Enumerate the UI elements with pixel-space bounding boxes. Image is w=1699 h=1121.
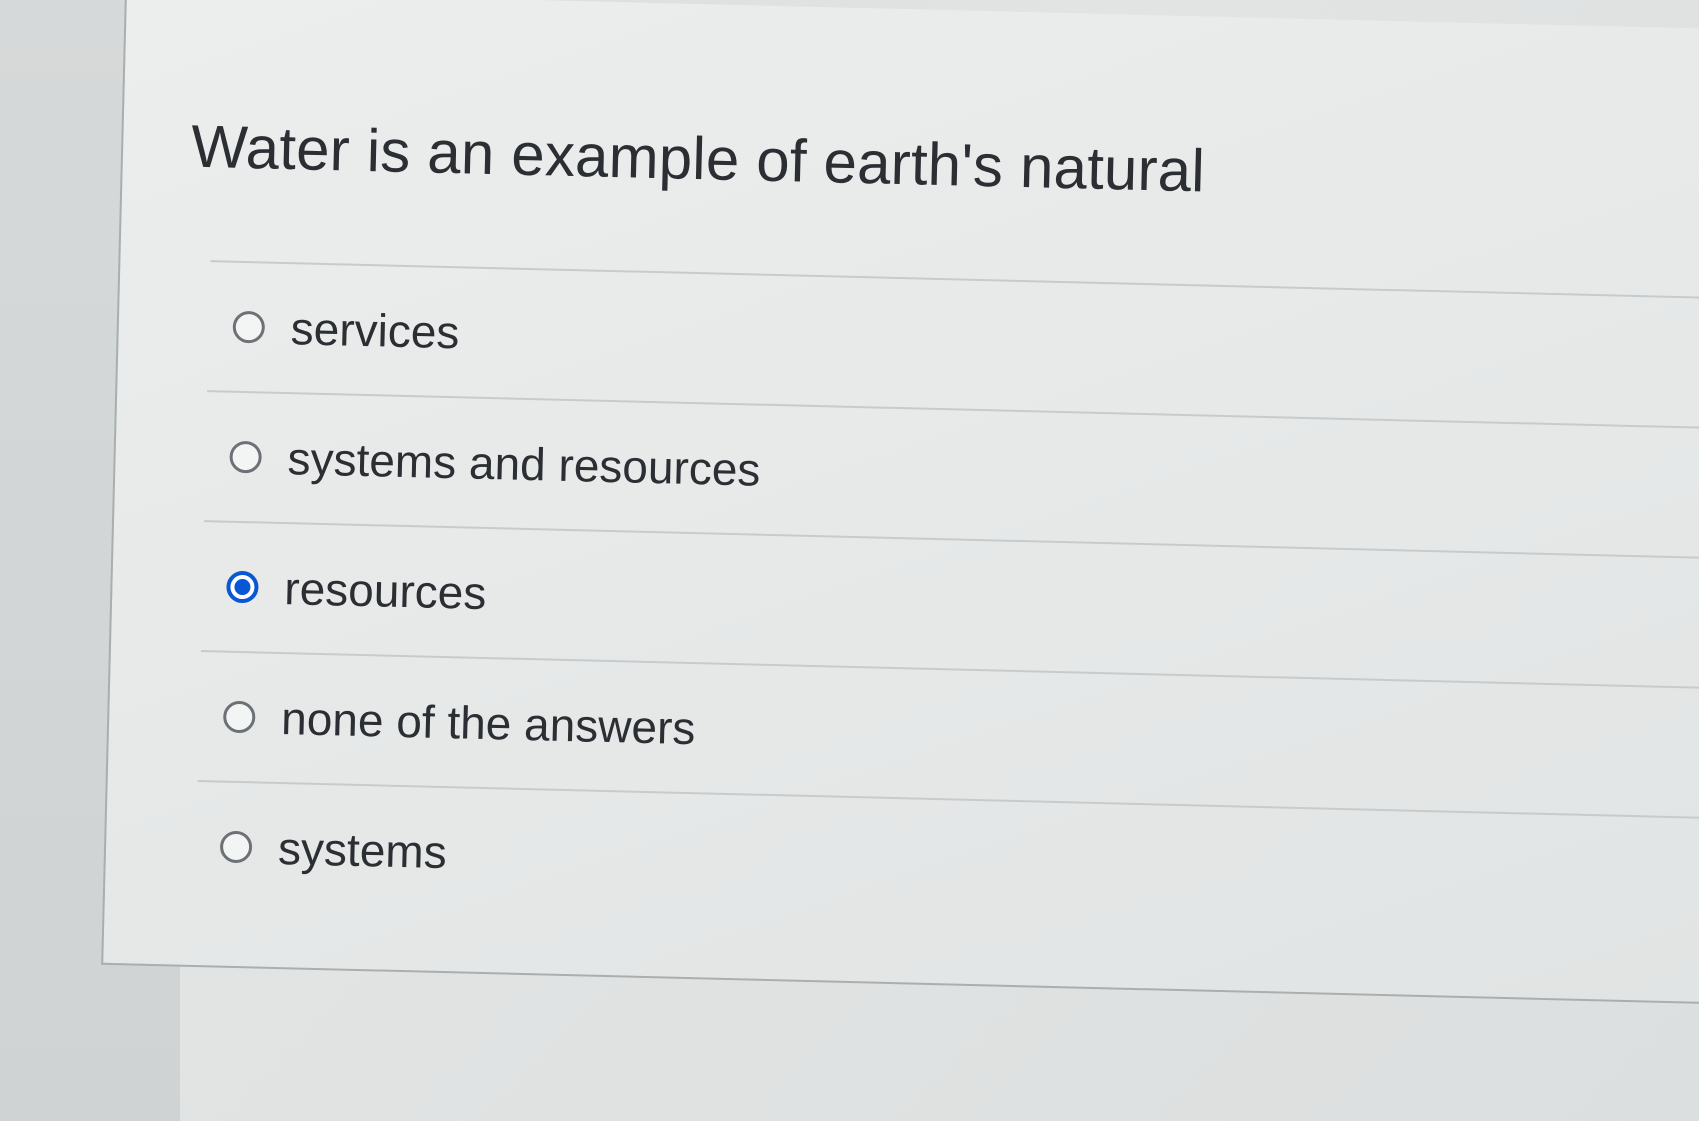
radio-selected-dot-icon: [234, 578, 251, 596]
answer-label: none of the answers: [280, 692, 697, 755]
answer-label: systems: [277, 822, 448, 879]
question-card: Water is an example of earth's natural s…: [101, 0, 1699, 1005]
answer-list: services systems and resources resources…: [194, 260, 1699, 948]
answer-label: resources: [283, 562, 487, 620]
radio-button-unselected[interactable]: [219, 830, 253, 864]
answer-label: systems and resources: [286, 432, 762, 496]
answer-label: services: [290, 302, 461, 359]
radio-button-unselected[interactable]: [232, 310, 266, 344]
radio-button-unselected[interactable]: [229, 440, 263, 474]
radio-button-unselected[interactable]: [222, 700, 256, 734]
question-text: Water is an example of earth's natural: [190, 112, 1206, 205]
radio-button-selected[interactable]: [226, 570, 259, 604]
